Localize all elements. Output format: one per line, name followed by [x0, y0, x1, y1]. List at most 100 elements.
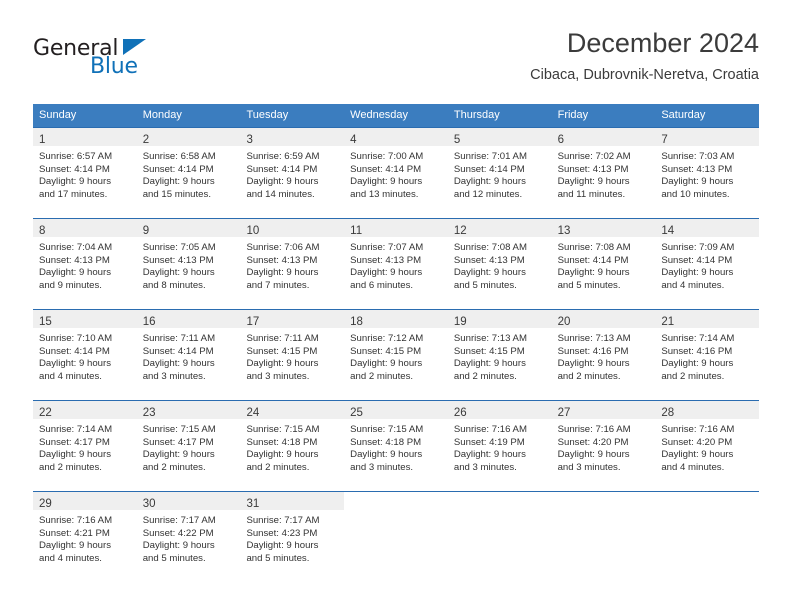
day-details: Sunrise: 6:58 AM Sunset: 4:14 PM Dayligh…	[137, 146, 241, 201]
day-number-band: 17	[240, 310, 345, 328]
daylight-text-line2: and 2 minutes.	[39, 461, 102, 473]
day-cell[interactable]: 8 Sunrise: 7:04 AM Sunset: 4:13 PM Dayli…	[33, 219, 137, 309]
day-number-band: 1	[33, 128, 137, 146]
sunrise-text: Sunrise: 7:08 AM	[453, 242, 527, 253]
brand-logo[interactable]: General Blue	[33, 36, 233, 84]
day-number: 30	[142, 498, 156, 510]
sunrise-text: Sunrise: 7:15 AM	[350, 424, 424, 435]
day-number-band: 16	[136, 310, 241, 328]
sunset-text: Sunset: 4:14 PM	[453, 163, 525, 175]
day-cell[interactable]: 7 Sunrise: 7:03 AM Sunset: 4:13 PM Dayli…	[655, 128, 760, 218]
day-cell[interactable]: 23 Sunrise: 7:15 AM Sunset: 4:17 PM Dayl…	[136, 401, 241, 491]
day-cell[interactable]: 22 Sunrise: 7:14 AM Sunset: 4:17 PM Dayl…	[33, 401, 137, 491]
day-number-band: 8	[33, 219, 137, 237]
sunset-text: Sunset: 4:18 PM	[246, 436, 318, 448]
day-cell[interactable]: 28 Sunrise: 7:16 AM Sunset: 4:20 PM Dayl…	[655, 401, 760, 491]
sunrise-text: Sunrise: 7:14 AM	[39, 424, 113, 435]
day-cell[interactable]: 3 Sunrise: 6:59 AM Sunset: 4:14 PM Dayli…	[240, 128, 345, 218]
daylight-text-line2: and 5 minutes.	[246, 552, 310, 564]
day-number: 31	[246, 498, 260, 510]
day-cell[interactable]: 16 Sunrise: 7:11 AM Sunset: 4:14 PM Dayl…	[136, 310, 241, 400]
day-cell[interactable]: 5 Sunrise: 7:01 AM Sunset: 4:14 PM Dayli…	[447, 128, 552, 218]
sunrise-text: Sunrise: 7:16 AM	[557, 424, 631, 435]
day-details: Sunrise: 7:03 AM Sunset: 4:13 PM Dayligh…	[655, 146, 759, 201]
daylight-text-line2: and 2 minutes.	[661, 370, 725, 382]
sunset-text: Sunset: 4:13 PM	[453, 254, 525, 266]
day-cell[interactable]: 12 Sunrise: 7:08 AM Sunset: 4:13 PM Dayl…	[447, 219, 552, 309]
day-details: Sunrise: 7:05 AM Sunset: 4:13 PM Dayligh…	[137, 237, 241, 292]
daylight-text-line1: Daylight: 9 hours	[453, 176, 526, 188]
day-cell[interactable]: 20 Sunrise: 7:13 AM Sunset: 4:16 PM Dayl…	[551, 310, 656, 400]
day-cell[interactable]: 21 Sunrise: 7:14 AM Sunset: 4:16 PM Dayl…	[655, 310, 760, 400]
day-cell[interactable]: 9 Sunrise: 7:05 AM Sunset: 4:13 PM Dayli…	[136, 219, 241, 309]
sunrise-text: Sunrise: 7:16 AM	[661, 424, 735, 435]
day-cell[interactable]: 31 Sunrise: 7:17 AM Sunset: 4:23 PM Dayl…	[240, 492, 345, 582]
sunrise-text: Sunrise: 7:15 AM	[246, 424, 320, 435]
sunset-text: Sunset: 4:14 PM	[557, 254, 629, 266]
day-number: 1	[39, 134, 46, 146]
sunrise-text: Sunrise: 7:01 AM	[453, 151, 527, 162]
daylight-text-line1: Daylight: 9 hours	[557, 449, 630, 461]
sunset-text: Sunset: 4:13 PM	[661, 163, 733, 175]
day-cell[interactable]: 14 Sunrise: 7:09 AM Sunset: 4:14 PM Dayl…	[655, 219, 760, 309]
day-number-band: 18	[344, 310, 448, 328]
day-details: Sunrise: 7:17 AM Sunset: 4:22 PM Dayligh…	[137, 510, 241, 565]
sunset-text: Sunset: 4:13 PM	[350, 254, 422, 266]
day-details: Sunrise: 7:09 AM Sunset: 4:14 PM Dayligh…	[655, 237, 759, 292]
daylight-text-line1: Daylight: 9 hours	[246, 358, 319, 370]
day-cell[interactable]: 17 Sunrise: 7:11 AM Sunset: 4:15 PM Dayl…	[240, 310, 345, 400]
weekday-header-wednesday: Wednesday	[350, 109, 409, 121]
day-cell[interactable]: 13 Sunrise: 7:08 AM Sunset: 4:14 PM Dayl…	[551, 219, 656, 309]
day-number: 28	[661, 407, 675, 419]
sunset-text: Sunset: 4:17 PM	[39, 436, 110, 448]
daylight-text-line1: Daylight: 9 hours	[39, 176, 111, 188]
day-number-band: 25	[344, 401, 448, 419]
day-cell[interactable]: 2 Sunrise: 6:58 AM Sunset: 4:14 PM Dayli…	[136, 128, 241, 218]
day-number: 3	[246, 134, 253, 146]
sunrise-text: Sunrise: 7:15 AM	[142, 424, 216, 435]
sunrise-text: Sunrise: 7:02 AM	[557, 151, 631, 162]
day-cell[interactable]: 11 Sunrise: 7:07 AM Sunset: 4:13 PM Dayl…	[344, 219, 448, 309]
sunrise-text: Sunrise: 7:11 AM	[142, 333, 216, 344]
day-cell[interactable]: 25 Sunrise: 7:15 AM Sunset: 4:18 PM Dayl…	[344, 401, 448, 491]
day-details: Sunrise: 7:08 AM Sunset: 4:14 PM Dayligh…	[552, 237, 656, 292]
day-cell[interactable]: 10 Sunrise: 7:06 AM Sunset: 4:13 PM Dayl…	[240, 219, 345, 309]
page-subtitle: Cibaca, Dubrovnik-Neretva, Croatia	[530, 67, 759, 83]
day-cell[interactable]: 6 Sunrise: 7:02 AM Sunset: 4:13 PM Dayli…	[551, 128, 656, 218]
weekday-header-monday: Monday	[142, 109, 182, 121]
day-number-band: 31	[240, 492, 345, 510]
sunset-text: Sunset: 4:15 PM	[453, 345, 525, 357]
day-number-band: 7	[655, 128, 760, 146]
day-number-band: 27	[551, 401, 656, 419]
sunset-text: Sunset: 4:23 PM	[246, 527, 318, 539]
day-number-band: 19	[447, 310, 552, 328]
sunrise-text: Sunrise: 7:16 AM	[39, 515, 113, 526]
day-cell[interactable]: 27 Sunrise: 7:16 AM Sunset: 4:20 PM Dayl…	[551, 401, 656, 491]
weekday-header-sunday: Sunday	[39, 109, 77, 121]
day-cell[interactable]: 19 Sunrise: 7:13 AM Sunset: 4:15 PM Dayl…	[447, 310, 552, 400]
daylight-text-line2: and 3 minutes.	[453, 461, 517, 473]
day-details: Sunrise: 7:06 AM Sunset: 4:13 PM Dayligh…	[240, 237, 344, 292]
sunset-text: Sunset: 4:13 PM	[246, 254, 318, 266]
day-details: Sunrise: 7:16 AM Sunset: 4:20 PM Dayligh…	[552, 419, 656, 474]
day-cell[interactable]: 1 Sunrise: 6:57 AM Sunset: 4:14 PM Dayli…	[33, 128, 137, 218]
week-row: 15 Sunrise: 7:10 AM Sunset: 4:14 PM Dayl…	[33, 309, 760, 400]
day-details: Sunrise: 7:15 AM Sunset: 4:18 PM Dayligh…	[344, 419, 448, 474]
daylight-text-line1: Daylight: 9 hours	[661, 449, 734, 461]
day-cell[interactable]: 29 Sunrise: 7:16 AM Sunset: 4:21 PM Dayl…	[33, 492, 137, 582]
day-cell[interactable]: 18 Sunrise: 7:12 AM Sunset: 4:15 PM Dayl…	[344, 310, 448, 400]
day-number: 27	[557, 407, 571, 419]
day-cell[interactable]: 24 Sunrise: 7:15 AM Sunset: 4:18 PM Dayl…	[240, 401, 345, 491]
day-number-band: 28	[655, 401, 760, 419]
daylight-text-line2: and 5 minutes.	[453, 279, 517, 291]
day-details: Sunrise: 7:07 AM Sunset: 4:13 PM Dayligh…	[344, 237, 448, 292]
daylight-text-line1: Daylight: 9 hours	[246, 449, 319, 461]
day-cell[interactable]: 4 Sunrise: 7:00 AM Sunset: 4:14 PM Dayli…	[344, 128, 448, 218]
day-number-band: 10	[240, 219, 345, 237]
day-number: 25	[350, 407, 363, 419]
day-cell[interactable]: 30 Sunrise: 7:17 AM Sunset: 4:22 PM Dayl…	[136, 492, 241, 582]
day-cell[interactable]: 15 Sunrise: 7:10 AM Sunset: 4:14 PM Dayl…	[33, 310, 137, 400]
day-number: 24	[246, 407, 260, 419]
day-cell[interactable]: 26 Sunrise: 7:16 AM Sunset: 4:19 PM Dayl…	[447, 401, 552, 491]
sunset-text: Sunset: 4:14 PM	[246, 163, 318, 175]
